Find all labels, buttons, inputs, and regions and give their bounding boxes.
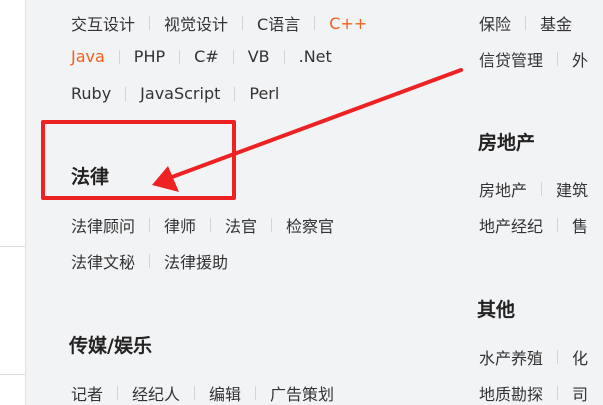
watermark bbox=[465, 348, 603, 405]
annotation-arrow-icon bbox=[152, 68, 463, 192]
